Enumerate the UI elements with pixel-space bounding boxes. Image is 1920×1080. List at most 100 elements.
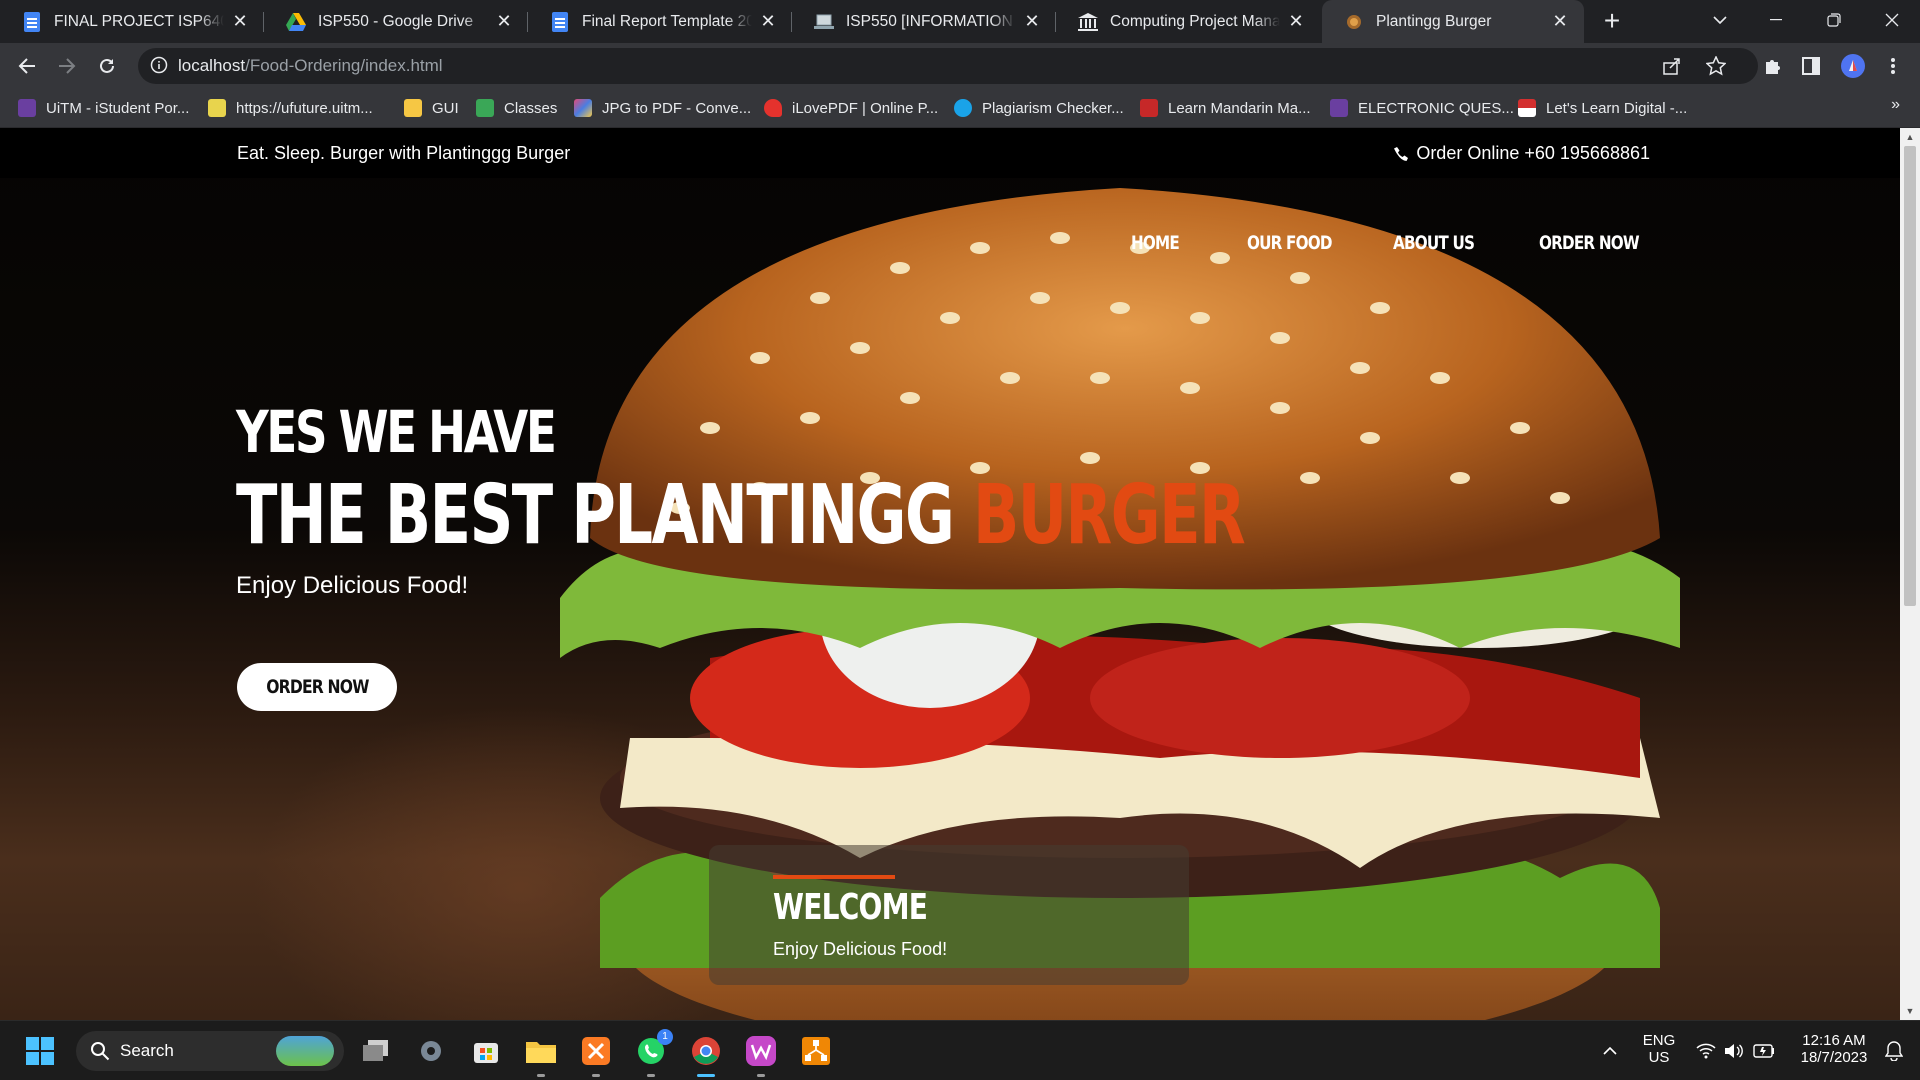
bookmarks-bar: UiTM - iStudent Por... https://ufuture.u… [0, 88, 1920, 128]
page-viewport: Eat. Sleep. Burger with Plantinggg Burge… [0, 128, 1900, 1020]
windows-start-icon[interactable] [22, 1033, 58, 1069]
tagline: Eat. Sleep. Burger with Plantinggg Burge… [237, 143, 571, 163]
extensions-puzzle-icon[interactable] [1760, 53, 1786, 79]
url-text: localhost/Food-Ordering/index.html [178, 56, 443, 76]
draw-io-icon[interactable] [798, 1033, 834, 1069]
minimize-icon[interactable] [1748, 0, 1804, 40]
close-tab-icon[interactable]: ✕ [1286, 11, 1306, 32]
order-online-text: Order Online +60 195668861 [1416, 143, 1650, 163]
reload-icon[interactable] [90, 49, 124, 83]
close-tab-icon[interactable]: ✕ [758, 11, 778, 32]
close-tab-icon[interactable]: ✕ [494, 11, 514, 32]
order-online-link[interactable]: Order Online +60 195668861 [1394, 143, 1650, 164]
bookmark-electronic-ques[interactable]: ELECTRONIC QUES... [1330, 96, 1514, 120]
nav-order-now[interactable]: ORDER NOW [1539, 232, 1640, 254]
new-tab-button[interactable]: + [1597, 6, 1627, 36]
forward-arrow-icon[interactable] [50, 49, 84, 83]
profile-avatar[interactable] [1840, 53, 1866, 79]
nav-about-us[interactable]: ABOUT US [1393, 232, 1475, 254]
order-now-label: ORDER NOW [265, 676, 369, 698]
tab-final-report[interactable]: Final Report Template 2023 ✕ [528, 0, 792, 43]
whatsapp-badge: 1 [657, 1029, 673, 1045]
scrollbar-thumb[interactable] [1904, 146, 1916, 606]
wps-office-icon[interactable] [743, 1033, 779, 1077]
bookmark-star-icon[interactable] [1705, 55, 1728, 78]
google-docs-icon [550, 11, 570, 32]
site-info-icon[interactable] [150, 56, 170, 76]
bookmark-label: UiTM - iStudent Por... [46, 99, 190, 117]
clock-date: 18/7/2023 [1800, 1049, 1868, 1066]
close-tab-icon[interactable]: ✕ [230, 11, 250, 32]
tab-title: FINAL PROJECT ISP640 - Go [54, 12, 224, 30]
laptop-icon [814, 12, 834, 32]
bookmark-lets-learn-digital[interactable]: Let's Learn Digital -... [1518, 96, 1687, 120]
settings-gear-icon[interactable] [413, 1033, 449, 1069]
whatsapp-icon[interactable]: 1 [633, 1029, 673, 1077]
microsoft-store-icon[interactable] [468, 1033, 504, 1069]
page-scrollbar[interactable]: ▲ ▼ [1900, 128, 1920, 1020]
bookmark-label: GUI [432, 99, 459, 117]
bookmark-uitm-istudent[interactable]: UiTM - iStudent Por... [18, 96, 189, 120]
hero-heading-line2: THE BEST PLANTINGG BURGER [236, 468, 1246, 563]
hero-subtitle: Enjoy Delicious Food! [236, 572, 469, 599]
welcome-card: WELCOME Enjoy Delicious Food! [709, 845, 1189, 985]
tab-computing-project[interactable]: Computing Project Manage ✕ [1056, 0, 1320, 43]
mandarin-icon [1140, 99, 1158, 117]
tab-google-drive[interactable]: ISP550 - Google Drive ✕ [264, 0, 528, 43]
battery-icon[interactable] [1746, 1033, 1782, 1069]
browser-menu-icon[interactable] [1880, 53, 1906, 79]
bookmark-label: Let's Learn Digital -... [1546, 99, 1688, 117]
url-host: localhost [178, 56, 246, 75]
notification-bell-icon[interactable] [1876, 1033, 1912, 1069]
nav-our-food[interactable]: OUR FOOD [1247, 232, 1333, 254]
taskbar-search[interactable]: Search [76, 1031, 344, 1071]
share-icon[interactable] [1662, 56, 1684, 78]
bookmark-label: iLovePDF | Online P... [792, 99, 939, 117]
scroll-down-arrow-icon[interactable]: ▼ [1904, 1005, 1916, 1017]
tab-isp550-info-sys[interactable]: ISP550 [INFORMATION SYS ✕ [792, 0, 1056, 43]
browser-toolbar: localhost/Food-Ordering/index.html [0, 43, 1920, 88]
bookmark-ufuture[interactable]: https://ufuture.uitm... [208, 96, 373, 120]
clock[interactable]: 12:16 AM 18/7/2023 [1786, 1032, 1882, 1066]
clock-time: 12:16 AM [1802, 1032, 1866, 1049]
tab-plantingg-burger[interactable]: Plantingg Burger ✕ [1322, 0, 1584, 43]
bookmark-label: Plagiarism Checker... [982, 99, 1124, 117]
burger-favicon [1344, 12, 1364, 32]
show-hidden-icons-chevron-icon[interactable] [1592, 1033, 1628, 1069]
window-close-icon[interactable] [1864, 0, 1920, 40]
bookmark-plagiarism-checker[interactable]: Plagiarism Checker... [954, 96, 1124, 120]
scroll-up-arrow-icon[interactable]: ▲ [1904, 131, 1916, 143]
bookmark-gui[interactable]: GUI [404, 96, 459, 120]
institution-icon [1078, 12, 1098, 32]
bookmark-classes[interactable]: Classes [476, 96, 557, 120]
plagiarism-checker-icon [954, 99, 972, 117]
bookmark-ilovepdf[interactable]: iLovePDF | Online P... [764, 96, 938, 120]
task-view-icon[interactable] [358, 1033, 394, 1069]
address-bar[interactable]: localhost/Food-Ordering/index.html [138, 48, 1758, 84]
more-bookmarks-chevron-icon[interactable]: » [1891, 96, 1900, 114]
back-arrow-icon[interactable] [10, 49, 44, 83]
uitm-logo-icon [1330, 99, 1348, 117]
bookmark-jpg-to-pdf[interactable]: JPG to PDF - Conve... [574, 96, 751, 120]
hero-heading-accent: BURGER [972, 468, 1246, 563]
hero-order-now-button[interactable]: ORDER NOW [237, 663, 397, 711]
nav-home[interactable]: HOME [1131, 232, 1180, 254]
xampp-icon[interactable] [578, 1033, 614, 1077]
hero-heading-main: THE BEST PLANTINGG [236, 468, 955, 563]
file-explorer-icon[interactable] [523, 1033, 559, 1077]
google-docs-icon [22, 11, 42, 32]
side-panel-icon[interactable] [1798, 53, 1824, 79]
welcome-subtitle: Enjoy Delicious Food! [773, 939, 948, 959]
restore-icon[interactable] [1806, 0, 1862, 40]
ufuture-icon [208, 99, 226, 117]
chrome-icon[interactable] [688, 1033, 724, 1077]
close-tab-icon[interactable]: ✕ [1022, 11, 1042, 32]
tab-search-chevron-icon[interactable] [1692, 0, 1748, 40]
bookmark-learn-mandarin[interactable]: Learn Mandarin Ma... [1140, 96, 1311, 120]
bookmark-label: ELECTRONIC QUES... [1358, 99, 1514, 117]
input-language[interactable]: ENG US [1636, 1032, 1682, 1066]
close-tab-icon[interactable]: ✕ [1550, 11, 1570, 32]
language-code: ENG [1642, 1032, 1676, 1049]
flag-icon [1518, 99, 1536, 117]
tab-final-project[interactable]: FINAL PROJECT ISP640 - Go ✕ [0, 0, 264, 43]
